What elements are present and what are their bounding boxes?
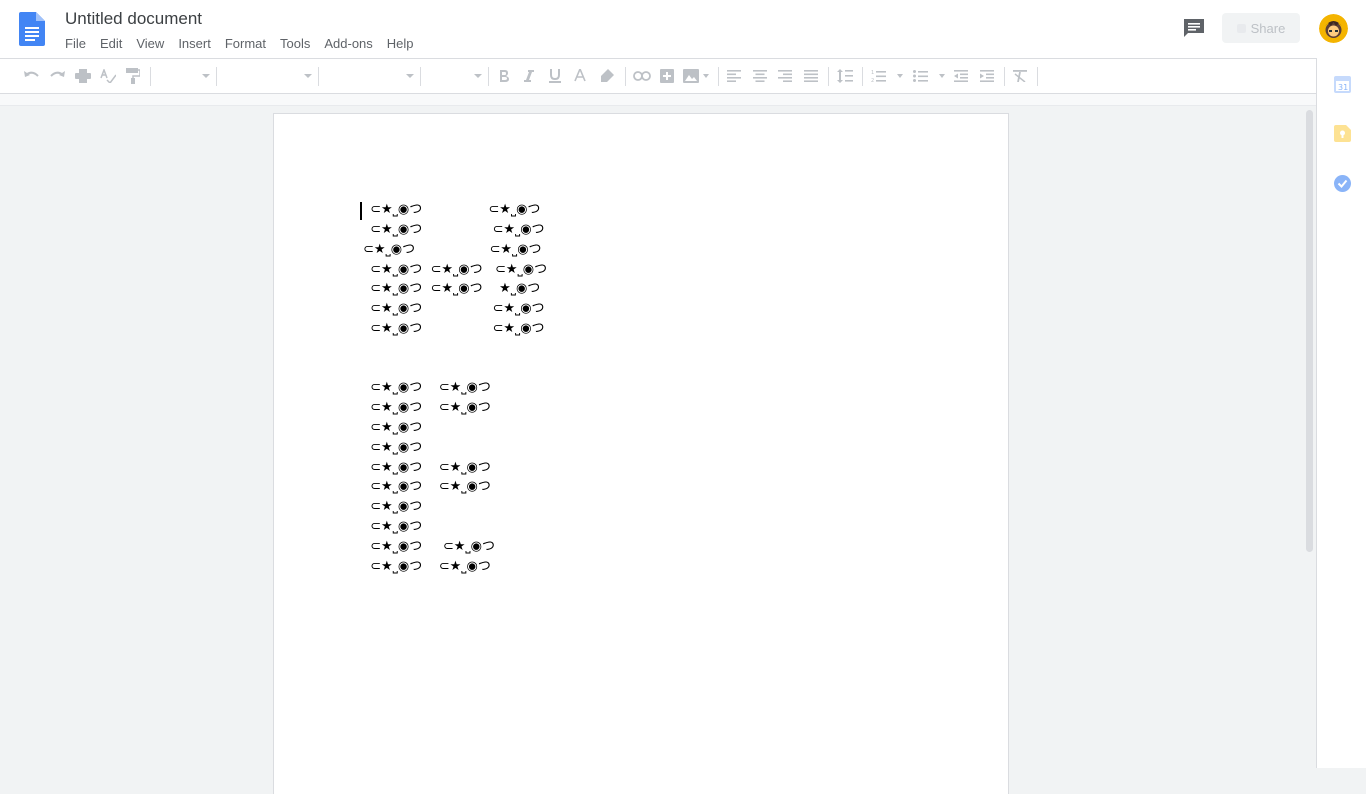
side-panel: 31 bbox=[1316, 58, 1366, 768]
doc-line: ⊂★⎵◉つ bbox=[366, 420, 423, 435]
toolbar-divider bbox=[828, 67, 829, 86]
toolbar-divider bbox=[1037, 67, 1038, 86]
menu-help[interactable]: Help bbox=[380, 35, 421, 53]
doc-line: ⊂★⎵◉つ ⊂★⎵◉つ bbox=[366, 202, 541, 217]
toolbar-divider bbox=[420, 67, 421, 86]
doc-line: ⊂★⎵◉つ ⊂★⎵◉つ ⊂★⎵◉つ bbox=[366, 262, 548, 277]
doc-line: ⊂★⎵◉つ ⊂★⎵◉つ bbox=[366, 559, 491, 574]
toolbar-divider bbox=[1004, 67, 1005, 86]
paint-format-icon[interactable] bbox=[123, 59, 143, 93]
increase-indent-icon[interactable] bbox=[977, 59, 997, 93]
bulleted-list-icon[interactable] bbox=[912, 59, 946, 93]
doc-line: ⊂★⎵◉つ ⊂★⎵◉つ bbox=[366, 321, 545, 336]
menu-format[interactable]: Format bbox=[218, 35, 273, 53]
toolbar-divider bbox=[488, 67, 489, 86]
decrease-indent-icon[interactable] bbox=[951, 59, 971, 93]
font-size-select[interactable] bbox=[428, 65, 482, 87]
doc-line: ⊂★⎵◉つ ⊂★⎵◉つ ★⎵◉つ bbox=[366, 281, 541, 296]
toolbar-divider bbox=[216, 67, 217, 86]
font-select[interactable] bbox=[326, 65, 414, 87]
doc-line: ⊂★⎵◉つ ⊂★⎵◉つ bbox=[363, 242, 542, 257]
doc-line: ⊂★⎵◉つ bbox=[366, 440, 423, 455]
align-center-icon[interactable] bbox=[750, 59, 770, 93]
calendar-icon[interactable]: 31 bbox=[1334, 76, 1351, 93]
redo-icon[interactable] bbox=[47, 59, 67, 93]
menu-tools[interactable]: Tools bbox=[273, 35, 317, 53]
chevron-down-icon bbox=[202, 74, 210, 78]
share-button[interactable]: Share bbox=[1222, 13, 1300, 43]
document-page[interactable]: ⊂★⎵◉つ ⊂★⎵◉つ ⊂★⎵◉つ ⊂★⎵◉つ ⊂★⎵◉つ ⊂★⎵◉つ ⊂★⎵◉… bbox=[274, 114, 1008, 794]
doc-line: ⊂★⎵◉つ ⊂★⎵◉つ bbox=[366, 479, 491, 494]
share-label: Share bbox=[1250, 20, 1286, 36]
account-avatar[interactable] bbox=[1319, 14, 1348, 43]
align-justify-icon[interactable] bbox=[801, 59, 821, 93]
doc-line: ⊂★⎵◉つ ⊂★⎵◉つ bbox=[366, 380, 491, 395]
lock-icon bbox=[1236, 23, 1246, 33]
document-title[interactable]: Untitled document bbox=[65, 9, 202, 29]
toolbar-divider bbox=[318, 67, 319, 86]
menu-insert[interactable]: Insert bbox=[171, 35, 218, 53]
underline-icon[interactable] bbox=[545, 59, 565, 93]
menu-file[interactable]: File bbox=[58, 35, 93, 53]
print-icon[interactable] bbox=[73, 59, 93, 93]
doc-line: ⊂★⎵◉つ ⊂★⎵◉つ bbox=[366, 301, 545, 316]
spellcheck-icon[interactable] bbox=[98, 59, 118, 93]
clear-formatting-icon[interactable] bbox=[1010, 59, 1030, 93]
ruler bbox=[0, 94, 1316, 106]
italic-icon[interactable] bbox=[519, 59, 539, 93]
text-cursor bbox=[360, 202, 362, 220]
doc-line: ⊂★⎵◉つ ⊂★⎵◉つ bbox=[366, 222, 545, 237]
doc-line: ⊂★⎵◉つ bbox=[366, 499, 423, 514]
app-header: Untitled document File Edit View Insert … bbox=[0, 0, 1366, 58]
scrollbar[interactable] bbox=[1306, 110, 1313, 552]
undo-icon[interactable] bbox=[22, 59, 42, 93]
chevron-down-icon bbox=[406, 74, 414, 78]
bold-icon[interactable] bbox=[494, 59, 514, 93]
line-spacing-icon[interactable] bbox=[835, 59, 855, 93]
text-color-icon[interactable] bbox=[570, 59, 590, 93]
comment-add-icon[interactable] bbox=[657, 59, 677, 93]
menu-add-ons[interactable]: Add-ons bbox=[317, 35, 379, 53]
zoom-select[interactable] bbox=[158, 65, 210, 87]
menu-bar: File Edit View Insert Format Tools Add-o… bbox=[58, 35, 421, 53]
menu-view[interactable]: View bbox=[129, 35, 171, 53]
align-left-icon[interactable] bbox=[724, 59, 744, 93]
toolbar-divider bbox=[718, 67, 719, 86]
docs-logo-icon[interactable] bbox=[19, 12, 45, 46]
highlight-icon[interactable] bbox=[597, 59, 617, 93]
align-right-icon[interactable] bbox=[775, 59, 795, 93]
doc-line: ⊂★⎵◉つ ⊂★⎵◉つ bbox=[366, 460, 491, 475]
comments-icon[interactable] bbox=[1183, 18, 1205, 38]
toolbar-divider bbox=[150, 67, 151, 86]
doc-line: ⊂★⎵◉つ bbox=[366, 519, 423, 534]
menu-edit[interactable]: Edit bbox=[93, 35, 129, 53]
numbered-list-icon[interactable]: 12 bbox=[870, 59, 904, 93]
svg-text:2: 2 bbox=[871, 78, 874, 83]
svg-text:1: 1 bbox=[871, 70, 874, 76]
image-icon[interactable] bbox=[682, 59, 710, 93]
doc-line: ⊂★⎵◉つ ⊂★⎵◉つ bbox=[366, 539, 495, 554]
svg-text:31: 31 bbox=[1338, 83, 1348, 92]
toolbar-divider bbox=[862, 67, 863, 86]
doc-line: ⊂★⎵◉つ ⊂★⎵◉つ bbox=[366, 400, 491, 415]
chevron-down-icon bbox=[304, 74, 312, 78]
link-icon[interactable] bbox=[632, 59, 652, 93]
toolbar: 12 bbox=[0, 58, 1316, 94]
toolbar-divider bbox=[625, 67, 626, 86]
chevron-down-icon bbox=[474, 74, 482, 78]
tasks-icon[interactable] bbox=[1334, 175, 1351, 192]
style-select[interactable] bbox=[224, 65, 312, 87]
keep-icon[interactable] bbox=[1334, 125, 1351, 142]
